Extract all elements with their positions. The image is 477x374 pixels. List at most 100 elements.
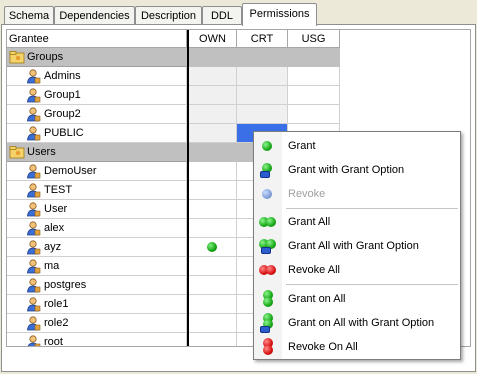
own-permission-cell[interactable] [187,86,237,105]
group-header-row[interactable]: Groups [7,48,340,67]
grantee-cell[interactable]: Group2 [7,105,187,124]
menu-item-grant-all[interactable]: Grant All [254,211,460,233]
grantee-cell[interactable]: Admins [7,67,187,86]
permissions-context-menu: Grant Grant with Grant Option Revoke Gra… [253,131,461,360]
user-icon [26,202,42,217]
granted-icon [207,242,217,252]
own-permission-cell[interactable] [187,181,237,200]
own-permission-cell[interactable] [187,219,237,238]
menu-item-label: Revoke [288,188,326,200]
grantee-cell[interactable]: Groups [7,48,187,67]
menu-item-revoke-on-all[interactable]: Revoke On All [254,336,460,358]
own-permission-cell[interactable] [187,124,237,143]
grantee-name: User [44,203,68,215]
menu-item-label: Revoke On All [288,341,358,353]
own-permission-cell[interactable] [187,314,237,333]
menu-item-label: Grant on All with Grant Option [288,317,435,329]
grantee-cell[interactable]: role1 [7,295,187,314]
tab-ddl[interactable]: DDL [202,6,242,24]
menu-item-revoke[interactable]: Revoke [254,183,460,205]
user-icon [26,259,42,274]
own-permission-cell[interactable] [187,238,237,257]
grid-header: Grantee OWN CRT USG [7,30,340,48]
user-icon [26,297,42,312]
grantee-cell[interactable]: TEST [7,181,187,200]
menu-item-grant-all-with-grant-option[interactable]: Grant All with Grant Option [254,235,460,257]
column-header-crt[interactable]: CRT [237,30,288,48]
column-header-grantee[interactable]: Grantee [7,30,187,48]
revoke-icon [259,186,279,202]
menu-item-label: Grant with Grant Option [288,164,405,176]
grantee-cell[interactable]: alex [7,219,187,238]
grantee-cell[interactable]: PUBLIC [7,124,187,143]
grantee-row[interactable]: Admins [7,67,340,86]
usg-permission-cell[interactable] [288,86,340,105]
grid-divider [187,48,189,346]
menu-item-grant-on-all-with-grant-option[interactable]: Grant on All with Grant Option [254,312,460,334]
user-icon [26,183,42,198]
grant-all-icon [259,214,279,230]
menu-item-label: Grant on All [288,293,346,305]
own-permission-cell[interactable] [187,105,237,124]
grantee-cell[interactable]: DemoUser [7,162,187,181]
user-icon [26,240,42,255]
crt-permission-cell[interactable] [237,67,288,86]
grantee-cell[interactable]: root [7,333,187,347]
grant-all-with-option-icon [259,238,279,254]
grantee-name: postgres [44,279,87,291]
own-permission-cell[interactable] [187,276,237,295]
tab-permissions[interactable]: Permissions [242,3,317,26]
usg-permission-cell[interactable] [288,67,340,86]
menu-item-label: Grant [288,140,316,152]
grantee-name: DemoUser [44,165,97,177]
grantee-name: ma [44,260,60,272]
menu-item-label: Grant All [288,216,331,228]
grantee-name: Group2 [44,108,81,120]
grantee-cell[interactable]: Group1 [7,86,187,105]
grantee-name: role2 [44,317,69,329]
tab-schema[interactable]: Schema [4,6,54,24]
grant-on-all-with-option-icon [259,313,279,333]
grantee-name: alex [44,222,65,234]
grantee-row[interactable]: Group1 [7,86,340,105]
grantee-cell[interactable]: role2 [7,314,187,333]
user-icon [26,126,42,141]
own-permission-cell[interactable] [187,257,237,276]
crt-permission-cell[interactable] [237,105,288,124]
own-permission-cell[interactable] [187,67,237,86]
grantee-cell[interactable]: ma [7,257,187,276]
grant-with-option-icon [259,162,279,178]
grantee-name: root [44,336,63,347]
menu-item-grant[interactable]: Grant [254,135,460,157]
grant-on-all-icon [259,290,279,307]
user-icon [26,88,42,103]
grantee-cell[interactable]: Users [7,143,187,162]
column-header-usg[interactable]: USG [288,30,340,48]
grant-icon [259,138,279,154]
grantee-cell[interactable]: ayz [7,238,187,257]
own-permission-cell[interactable] [187,200,237,219]
menu-item-label: Grant All with Grant Option [288,240,419,252]
column-divider [187,30,189,48]
grantee-name: PUBLIC [44,127,84,139]
tab-dependencies[interactable]: Dependencies [54,6,135,24]
menu-item-label: Revoke All [288,264,340,276]
own-permission-cell[interactable] [187,162,237,181]
tab-description[interactable]: Description [135,6,202,24]
own-permission-cell[interactable] [187,333,237,346]
crt-permission-cell[interactable] [237,86,288,105]
grantee-name: ayz [44,241,62,253]
grantee-cell[interactable]: User [7,200,187,219]
menu-item-grant-on-all[interactable]: Grant on All [254,288,460,310]
grantee-name: Group1 [44,89,81,101]
grantee-row[interactable]: Group2 [7,105,340,124]
menu-item-revoke-all[interactable]: Revoke All [254,259,460,281]
grantee-cell[interactable]: postgres [7,276,187,295]
own-permission-cell[interactable] [187,295,237,314]
usg-permission-cell[interactable] [288,105,340,124]
column-header-own[interactable]: OWN [189,30,237,48]
revoke-on-all-icon [259,338,279,355]
menu-item-grant-with-grant-option[interactable]: Grant with Grant Option [254,159,460,181]
revoke-all-icon [259,262,279,278]
user-icon [26,335,42,346]
